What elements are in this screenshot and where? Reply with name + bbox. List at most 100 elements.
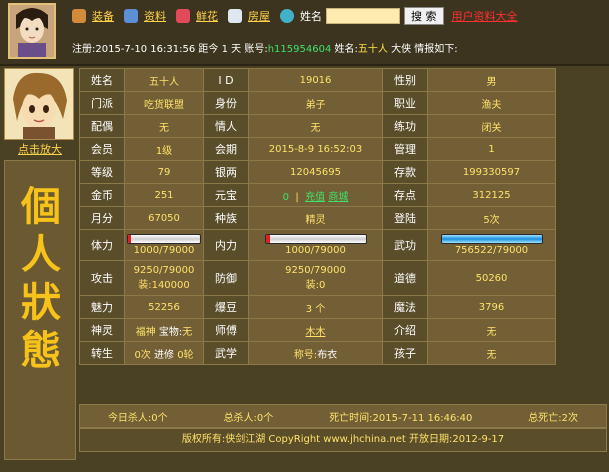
table-row: 神灵 福神 宝物:无 师傅 木木 介绍 无 [79, 318, 556, 342]
intro-value: 无 [427, 318, 556, 342]
search-button[interactable]: 搜 索 [404, 7, 444, 25]
title-char-4: 態 [21, 327, 61, 374]
account-value: h115954604 [267, 44, 332, 55]
stat-label: 爆豆 [203, 295, 249, 319]
recharge-link[interactable]: 充值 [305, 192, 325, 203]
stat-label: 存款 [382, 160, 428, 184]
attack-cell: 9250/79000 装:140000 [124, 260, 204, 296]
days-value: 1 [221, 44, 228, 55]
character-portrait[interactable] [4, 68, 74, 140]
morality-value: 50260 [427, 260, 556, 296]
title-char-1: 個 [21, 183, 61, 230]
stat-value: 3 个 [248, 295, 383, 319]
stat-label: 金币 [79, 183, 125, 207]
atk-bar [440, 234, 543, 244]
stat-label: 门派 [79, 91, 125, 115]
stat-value: 5次 [427, 206, 556, 230]
spirit-label: 神灵 [79, 318, 125, 342]
rebirth-label: 转生 [79, 341, 125, 365]
table-row: 魅力 52256 爆豆 3 个 魔法 3796 [79, 295, 556, 319]
atk-bar-fill [441, 235, 542, 243]
stat-value: 79 [124, 160, 204, 184]
skill-label: 武学 [203, 341, 249, 365]
stat-label: 配偶 [79, 114, 125, 138]
flower-icon[interactable] [176, 9, 190, 23]
stat-value: 67050 [124, 206, 204, 230]
hp-text: 1000/79000 [133, 245, 195, 256]
character-stats-table: 姓名 五十人 I D 19016 性别 男 门派 吃货联盟 身份 弟子 职业 渔… [79, 68, 556, 365]
morality-label: 道德 [382, 260, 428, 296]
stat-value: 1 [427, 137, 556, 161]
stat-value: 精灵 [248, 206, 383, 230]
master-cell: 木木 [248, 318, 383, 342]
stat-value: 19016 [248, 68, 383, 92]
master-link[interactable]: 木木 [306, 327, 326, 338]
attack-line1: 9250/79000 [133, 265, 195, 276]
yuanbao-value: 0 [282, 191, 290, 203]
mp-bar [264, 234, 367, 244]
rebirth-value: 0次 [134, 349, 151, 361]
profile-icon[interactable] [124, 9, 138, 23]
nav-equipment-link[interactable]: 装备 [92, 8, 114, 24]
deaths-total: 总死亡:2次 [528, 412, 579, 424]
status-line: 注册:2015-7-10 16:31:56 距今 1 天 账号:h1159546… [72, 40, 458, 55]
stat-value: 2015-8-9 16:52:03 [248, 137, 383, 161]
kill-stats-bar: 今日杀人:0个 总杀人:0个 死亡时间:2015-7-11 16:46:40 总… [79, 404, 607, 428]
stat-label: 元宝 [203, 183, 249, 207]
stat-value: 12045695 [248, 160, 383, 184]
intro-label: 介绍 [382, 318, 428, 342]
death-time: 死亡时间:2015-7-11 16:46:40 [329, 412, 473, 424]
stat-value: 渔夫 [427, 91, 556, 115]
table-row: 月分 67050 种族 精灵 登陆 5次 [79, 206, 556, 230]
equipment-icon[interactable] [72, 9, 86, 23]
atk-label: 武功 [382, 229, 428, 261]
treasure-label: 宝物: [158, 326, 183, 338]
stat-value: 弟子 [248, 91, 383, 115]
register-time: 2015-7-10 16:31:56 [95, 44, 196, 55]
table-row: 门派 吃货联盟 身份 弟子 职业 渔夫 [79, 91, 556, 115]
stat-label: 职业 [382, 91, 428, 115]
days-unit: 天 [231, 44, 242, 55]
title-value: 布衣 [317, 349, 338, 361]
stat-value: 312125 [427, 183, 556, 207]
table-row: 攻击 9250/79000 装:140000 防御 9250/79000 装:0… [79, 260, 556, 296]
nav-house-link[interactable]: 房屋 [248, 8, 270, 24]
hp-cell: 1000/79000 [124, 229, 204, 261]
since-label: 距今 [198, 44, 219, 55]
master-label: 师傅 [203, 318, 249, 342]
advance-label: 进修 [154, 349, 174, 361]
nav-profile-link[interactable]: 资料 [144, 8, 166, 24]
all-users-link[interactable]: 用户资料大全 [452, 8, 518, 24]
left-column: 点击放大 個 人 狀 態 [4, 68, 76, 469]
table-row: 转生 0次 进修 0轮 武学 称号:布衣 孩子 无 [79, 341, 556, 365]
register-label: 注册: [72, 44, 96, 55]
stat-value: 五十人 [124, 68, 204, 92]
stat-label: 身份 [203, 91, 249, 115]
mp-cell: 1000/79000 [248, 229, 383, 261]
mp-label: 内力 [203, 229, 249, 261]
house-icon[interactable] [228, 9, 242, 23]
stat-label: 姓名 [79, 68, 125, 92]
copyright-bar: 版权所有:侠剑江湖 CopyRight www.jhchina.net 开放日期… [79, 428, 607, 452]
title-label: 称号: [293, 349, 318, 361]
children-value: 无 [427, 341, 556, 365]
nav-flower-link[interactable]: 鲜花 [196, 8, 218, 24]
stat-label: 魔法 [382, 295, 428, 319]
shop-link[interactable]: 商城 [328, 192, 348, 203]
mp-bar-fill [265, 235, 270, 243]
stat-value: 3796 [427, 295, 556, 319]
stat-label: 月分 [79, 206, 125, 230]
top-nav: 装备 资料 鲜花 房屋 姓名 搜 索 用户资料大全 [72, 6, 518, 26]
user-avatar [8, 3, 56, 59]
rebirth-cell: 0次 进修 0轮 [124, 341, 204, 365]
hp-label: 体力 [79, 229, 125, 261]
search-input[interactable] [326, 8, 400, 24]
stat-value: 吃货联盟 [124, 91, 204, 115]
stat-label: 会期 [203, 137, 249, 161]
enlarge-portrait-link[interactable]: 点击放大 [4, 141, 76, 157]
stat-label: 魅力 [79, 295, 125, 319]
stat-label: 管理 [382, 137, 428, 161]
status-suffix: 大侠 情报如下: [391, 44, 458, 55]
table-row: 配偶 无 情人 无 练功 闭关 [79, 114, 556, 138]
stat-value: 男 [427, 68, 556, 92]
